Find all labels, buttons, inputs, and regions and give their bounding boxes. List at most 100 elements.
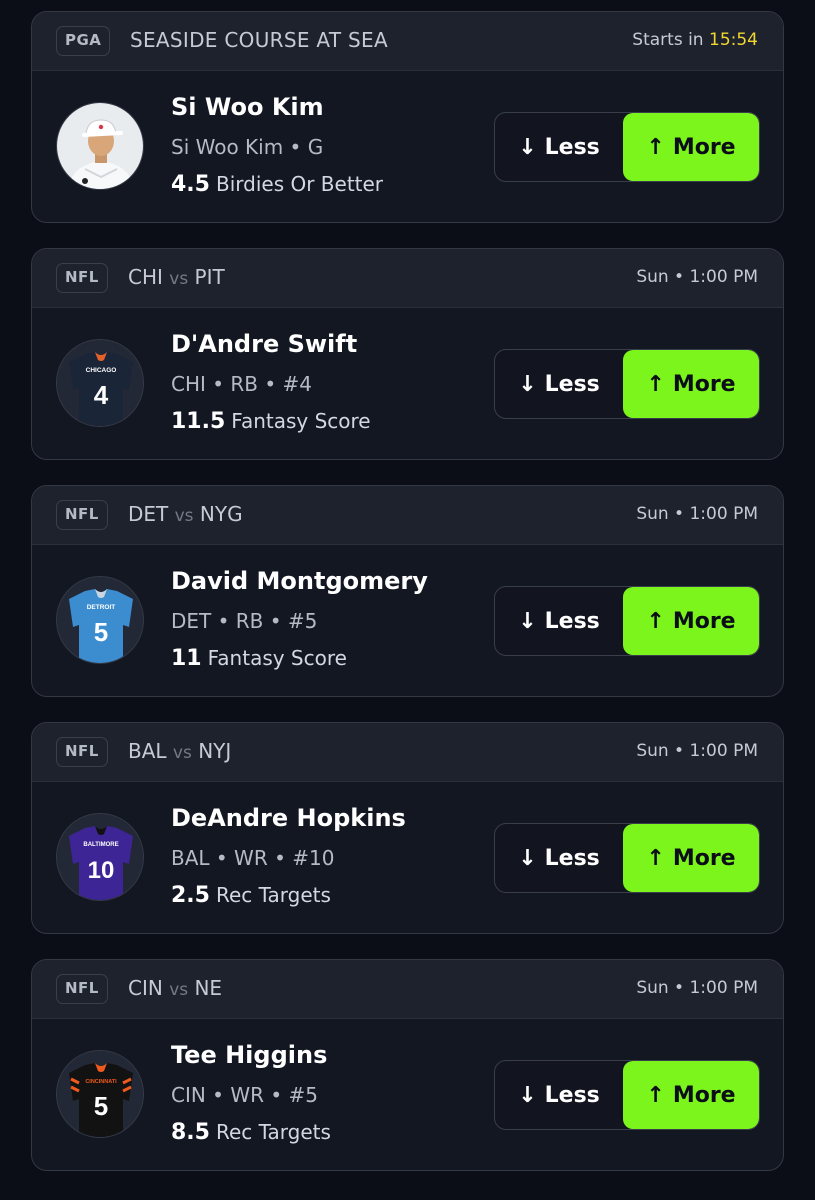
less-button[interactable]: ↓ Less bbox=[495, 113, 623, 181]
league-badge: PGA bbox=[56, 26, 111, 56]
player-name: D'Andre Swift bbox=[171, 330, 358, 358]
stat-line: 8.5 Rec Targets bbox=[171, 1120, 331, 1145]
projection-card: PGA SEASIDE COURSE AT SEA Starts in 15:5… bbox=[31, 11, 784, 223]
matchup: CIN vs NE bbox=[128, 976, 222, 1000]
player-avatar: BALTIMORE 10 bbox=[56, 813, 144, 901]
starts-in-label: Starts in bbox=[632, 30, 704, 50]
arrow-up-icon: ↑ bbox=[646, 371, 665, 397]
svg-text:4: 4 bbox=[94, 380, 109, 410]
less-label: Less bbox=[544, 608, 600, 634]
vs-label: vs bbox=[169, 269, 189, 289]
svg-text:CINCINNATI: CINCINNATI bbox=[85, 1079, 117, 1085]
player-avatar: DETROIT 5 bbox=[56, 576, 144, 664]
line-value: 4.5 bbox=[171, 172, 210, 197]
team-a: CIN bbox=[128, 976, 163, 1000]
arrow-up-icon: ↑ bbox=[646, 134, 665, 160]
stat-type: Rec Targets bbox=[215, 1120, 331, 1144]
team-a: BAL bbox=[128, 739, 167, 763]
team-b: NYJ bbox=[198, 739, 232, 763]
projection-card: NFL CIN vs NE Sun • 1:00 PM CINCINNATI 5… bbox=[31, 959, 784, 1171]
player-name: Tee Higgins bbox=[171, 1041, 328, 1069]
arrow-down-icon: ↓ bbox=[518, 371, 537, 397]
game-time: Sun • 1:00 PM bbox=[636, 741, 758, 761]
team-a: DET bbox=[128, 502, 169, 526]
less-button[interactable]: ↓ Less bbox=[495, 824, 623, 892]
stat-line: 11 Fantasy Score bbox=[171, 646, 347, 671]
start-time: Starts in 15:54 bbox=[632, 30, 758, 50]
stat-type: Fantasy Score bbox=[231, 409, 371, 433]
pick-buttons: ↓ Less ↑ More bbox=[494, 823, 760, 893]
arrow-down-icon: ↓ bbox=[518, 845, 537, 871]
player-avatar: CINCINNATI 5 bbox=[56, 1050, 144, 1138]
countdown-timer: 15:54 bbox=[709, 30, 758, 50]
game-time: Sun • 1:00 PM bbox=[636, 504, 758, 524]
arrow-down-icon: ↓ bbox=[518, 1082, 537, 1108]
more-button[interactable]: ↑ More bbox=[623, 113, 759, 181]
card-header: NFL CIN vs NE Sun • 1:00 PM bbox=[32, 960, 783, 1019]
jersey-icon: BALTIMORE 10 bbox=[57, 814, 143, 900]
arrow-down-icon: ↓ bbox=[518, 608, 537, 634]
stat-type: Birdies Or Better bbox=[215, 172, 384, 196]
line-value: 2.5 bbox=[171, 883, 210, 908]
more-button[interactable]: ↑ More bbox=[623, 350, 759, 418]
card-header: NFL CHI vs PIT Sun • 1:00 PM bbox=[32, 249, 783, 308]
line-value: 8.5 bbox=[171, 1120, 210, 1145]
svg-text:5: 5 bbox=[94, 1091, 108, 1121]
less-label: Less bbox=[544, 845, 600, 871]
player-avatar bbox=[56, 102, 144, 190]
line-value: 11 bbox=[171, 646, 202, 671]
team-b: PIT bbox=[194, 265, 225, 289]
stat-line: 11.5 Fantasy Score bbox=[171, 409, 371, 434]
projection-card: NFL BAL vs NYJ Sun • 1:00 PM BALTIMORE 1… bbox=[31, 722, 784, 934]
player-name: DeAndre Hopkins bbox=[171, 804, 406, 832]
projection-card: NFL DET vs NYG Sun • 1:00 PM DETROIT 5 D… bbox=[31, 485, 784, 697]
more-label: More bbox=[672, 371, 736, 397]
svg-text:5: 5 bbox=[94, 617, 108, 647]
svg-text:CHICAGO: CHICAGO bbox=[86, 367, 117, 374]
arrow-up-icon: ↑ bbox=[646, 845, 665, 871]
game-time: Sun • 1:00 PM bbox=[636, 978, 758, 998]
projection-card: NFL CHI vs PIT Sun • 1:00 PM CHICAGO 4 D… bbox=[31, 248, 784, 460]
player-name: David Montgomery bbox=[171, 567, 428, 595]
vs-label: vs bbox=[169, 980, 189, 1000]
less-button[interactable]: ↓ Less bbox=[495, 1061, 623, 1129]
less-label: Less bbox=[544, 371, 600, 397]
arrow-up-icon: ↑ bbox=[646, 608, 665, 634]
less-label: Less bbox=[544, 134, 600, 160]
league-badge: NFL bbox=[56, 974, 108, 1004]
league-badge: NFL bbox=[56, 500, 108, 530]
jersey-icon: CHICAGO 4 bbox=[57, 340, 143, 426]
stat-type: Rec Targets bbox=[215, 883, 331, 907]
league-badge: NFL bbox=[56, 737, 108, 767]
jersey-icon: CINCINNATI 5 bbox=[57, 1051, 143, 1137]
team-b: NE bbox=[194, 976, 223, 1000]
more-button[interactable]: ↑ More bbox=[623, 824, 759, 892]
matchup: BAL vs NYJ bbox=[128, 739, 231, 763]
player-info: BAL • WR • #10 bbox=[171, 846, 335, 870]
player-info: CHI • RB • #4 bbox=[171, 372, 313, 396]
more-button[interactable]: ↑ More bbox=[623, 1061, 759, 1129]
stat-type: Fantasy Score bbox=[207, 646, 347, 670]
game-time: Sun • 1:00 PM bbox=[636, 267, 758, 287]
golfer-photo-icon bbox=[57, 103, 143, 189]
svg-text:BALTIMORE: BALTIMORE bbox=[83, 842, 118, 848]
player-info: DET • RB • #5 bbox=[171, 609, 318, 633]
card-header: NFL BAL vs NYJ Sun • 1:00 PM bbox=[32, 723, 783, 782]
matchup: DET vs NYG bbox=[128, 502, 243, 526]
player-name: Si Woo Kim bbox=[171, 93, 324, 121]
less-label: Less bbox=[544, 1082, 600, 1108]
league-badge: NFL bbox=[56, 263, 108, 293]
more-button[interactable]: ↑ More bbox=[623, 587, 759, 655]
player-avatar: CHICAGO 4 bbox=[56, 339, 144, 427]
more-label: More bbox=[672, 134, 736, 160]
more-label: More bbox=[672, 845, 736, 871]
more-label: More bbox=[672, 608, 736, 634]
card-header: PGA SEASIDE COURSE AT SEA Starts in 15:5… bbox=[32, 12, 783, 71]
vs-label: vs bbox=[174, 506, 194, 526]
arrow-down-icon: ↓ bbox=[518, 134, 537, 160]
less-button[interactable]: ↓ Less bbox=[495, 350, 623, 418]
pick-buttons: ↓ Less ↑ More bbox=[494, 112, 760, 182]
pick-buttons: ↓ Less ↑ More bbox=[494, 586, 760, 656]
less-button[interactable]: ↓ Less bbox=[495, 587, 623, 655]
pick-buttons: ↓ Less ↑ More bbox=[494, 349, 760, 419]
